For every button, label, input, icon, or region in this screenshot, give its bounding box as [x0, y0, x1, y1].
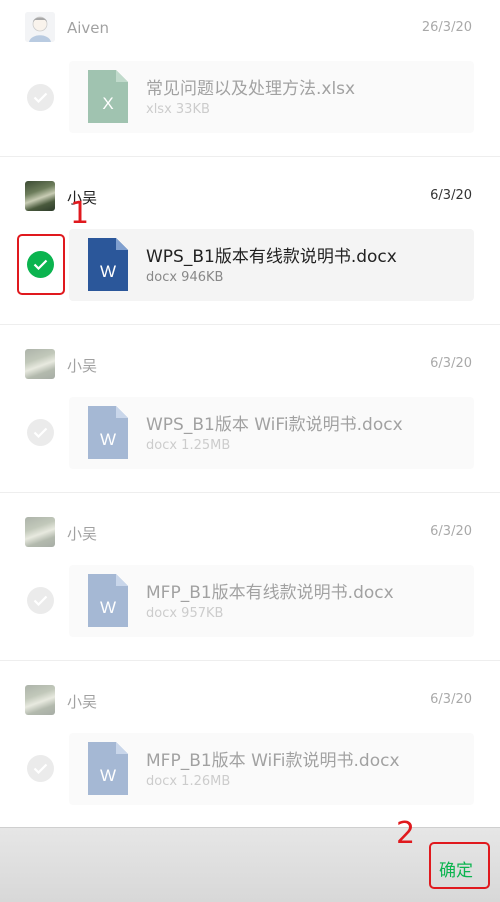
word-file-icon: W [88, 406, 128, 459]
person-avatar-icon [25, 12, 55, 42]
file-icon-letter: W [100, 766, 116, 785]
file-card[interactable]: W WPS_B1版本 WiFi款说明书.docx docx 1.25MB [69, 397, 474, 469]
annotation-step-2-box [429, 842, 490, 889]
word-file-icon: W [88, 742, 128, 795]
list-item: 小吴 6/3/20 W WPS_B1版本 WiFi款说明书.docx docx … [0, 325, 500, 493]
checkmark-icon [33, 92, 48, 103]
file-icon-letter: W [100, 262, 116, 281]
checkmark-icon [33, 427, 48, 438]
avatar [25, 685, 55, 715]
annotation-step-1-number: 1 [70, 196, 90, 231]
sender-name: Aiven [67, 19, 110, 37]
sender-name: 小吴 [67, 357, 98, 375]
message-date: 6/3/20 [430, 524, 472, 539]
select-checkbox[interactable] [27, 587, 54, 614]
bottom-action-bar: 确定 [0, 827, 500, 902]
file-message-list: Aiven 26/3/20 X 常见问题以及处理方法.xlsx xlsx 33K… [0, 0, 500, 829]
file-name: 常见问题以及处理方法.xlsx [146, 79, 356, 99]
avatar [25, 349, 55, 379]
list-item: 小吴 6/3/20 W MFP_B1版本有线款说明书.docx docx 957… [0, 493, 500, 661]
sender-name: 小吴 [67, 693, 98, 711]
checkmark-icon [33, 595, 48, 606]
file-meta: docx 957KB [146, 606, 224, 621]
file-meta: xlsx 33KB [146, 102, 210, 117]
file-card[interactable]: W MFP_B1版本有线款说明书.docx docx 957KB [69, 565, 474, 637]
message-date: 6/3/20 [430, 188, 472, 203]
list-item: Aiven 26/3/20 X 常见问题以及处理方法.xlsx xlsx 33K… [0, 0, 500, 157]
word-file-icon: W [88, 574, 128, 627]
message-date: 6/3/20 [430, 356, 472, 371]
file-name: WPS_B1版本 WiFi款说明书.docx [146, 415, 403, 435]
list-item: 小吴 6/3/20 W WPS_B1版本有线款说明书.docx docx 946… [0, 157, 500, 325]
sender-name: 小吴 [67, 525, 98, 543]
word-file-icon: W [88, 238, 128, 291]
checkmark-icon [33, 763, 48, 774]
file-name: MFP_B1版本 WiFi款说明书.docx [146, 751, 400, 771]
file-icon-letter: X [102, 94, 113, 113]
file-card[interactable]: X 常见问题以及处理方法.xlsx xlsx 33KB [69, 61, 474, 133]
file-meta: docx 946KB [146, 270, 224, 285]
select-checkbox[interactable] [27, 84, 54, 111]
annotation-step-1-box [17, 234, 65, 295]
message-date: 26/3/20 [421, 20, 472, 35]
avatar [25, 12, 55, 42]
file-meta: docx 1.26MB [146, 774, 231, 789]
file-name: WPS_B1版本有线款说明书.docx [146, 247, 397, 267]
file-meta: docx 1.25MB [146, 438, 231, 453]
excel-file-icon: X [88, 70, 128, 123]
select-checkbox[interactable] [27, 755, 54, 782]
avatar [25, 181, 55, 211]
file-icon-letter: W [100, 598, 116, 617]
file-name: MFP_B1版本有线款说明书.docx [146, 583, 394, 603]
file-card[interactable]: W WPS_B1版本有线款说明书.docx docx 946KB [69, 229, 474, 301]
file-card[interactable]: W MFP_B1版本 WiFi款说明书.docx docx 1.26MB [69, 733, 474, 805]
avatar [25, 517, 55, 547]
select-checkbox[interactable] [27, 419, 54, 446]
annotation-step-2-number: 2 [396, 816, 416, 851]
file-icon-letter: W [100, 430, 116, 449]
list-item: 小吴 6/3/20 W MFP_B1版本 WiFi款说明书.docx docx … [0, 661, 500, 829]
message-date: 6/3/20 [430, 692, 472, 707]
